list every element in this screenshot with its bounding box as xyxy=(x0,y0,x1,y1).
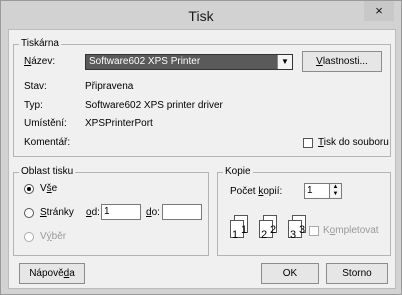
to-page-input[interactable] xyxy=(162,204,202,220)
copies-count-input[interactable]: 1 xyxy=(304,183,330,199)
type-label: Typ: xyxy=(24,100,43,111)
print-to-file-label[interactable]: Tisk do souboru xyxy=(318,137,389,149)
range-selection-radio[interactable] xyxy=(24,232,34,242)
printer-name-select[interactable]: Software602 XPS Printer ▼ xyxy=(85,54,293,70)
print-to-file-checkbox[interactable] xyxy=(303,138,313,148)
printer-name-value: Software602 XPS Printer xyxy=(89,56,201,67)
chevron-down-icon[interactable]: ▼ xyxy=(277,55,292,69)
page-number: 2 xyxy=(270,224,277,236)
printer-group: Tiskárna Název: Software602 XPS Printer … xyxy=(13,38,391,157)
spin-up-icon[interactable]: ▲ xyxy=(330,184,341,191)
comment-label: Komentář: xyxy=(24,137,71,148)
spin-down-icon[interactable]: ▼ xyxy=(330,191,341,198)
print-range-legend: Oblast tisku xyxy=(19,166,76,178)
page-number: 2 xyxy=(261,229,268,241)
window-title: Tisk xyxy=(188,8,214,24)
page-number: 3 xyxy=(290,229,297,241)
copies-legend: Kopie xyxy=(223,166,253,178)
page-number: 3 xyxy=(299,224,306,236)
dialog-body: Tiskárna Název: Software602 XPS Printer … xyxy=(8,29,396,289)
copies-count-label: Počet kopií: xyxy=(230,186,283,197)
status-value: Připravena xyxy=(85,81,134,92)
type-value: Software602 XPS printer driver xyxy=(85,100,223,111)
help-button[interactable]: Nápověda xyxy=(19,263,85,284)
copies-spinner[interactable]: ▲ ▼ xyxy=(329,183,342,199)
close-button[interactable]: × xyxy=(364,1,394,21)
printer-group-legend: Tiskárna xyxy=(19,38,61,50)
collate-checkbox[interactable] xyxy=(309,226,319,236)
print-range-group: Oblast tisku Vše Stránky od: 1 do: Výběr xyxy=(13,166,209,256)
range-pages-radio[interactable] xyxy=(24,208,34,218)
range-pages-label[interactable]: Stránky xyxy=(40,207,74,219)
collate-label[interactable]: Kompletovat xyxy=(323,225,379,237)
copies-group: Kopie Počet kopií: 1 ▲ ▼ 1 1 2 2 3 3 Kom… xyxy=(217,166,391,256)
page-number: 1 xyxy=(241,224,248,236)
ok-button[interactable]: OK xyxy=(261,263,319,284)
from-page-input[interactable]: 1 xyxy=(101,204,141,220)
page-number: 1 xyxy=(232,229,239,241)
printer-name-label: Název: xyxy=(24,56,56,67)
location-value: XPSPrinterPort xyxy=(85,118,153,129)
properties-button[interactable]: Vlastnosti... xyxy=(302,51,382,72)
range-all-radio[interactable] xyxy=(24,184,34,194)
title-bar[interactable]: Tisk × xyxy=(1,1,401,29)
to-label: do: xyxy=(146,207,160,218)
print-dialog: Tisk × Tiskárna Název: Software602 XPS P… xyxy=(0,0,402,295)
location-label: Umístění: xyxy=(24,118,67,129)
cancel-button[interactable]: Storno xyxy=(326,263,388,284)
range-all-label[interactable]: Vše xyxy=(40,183,57,195)
from-label: od: xyxy=(86,207,100,218)
status-label: Stav: xyxy=(24,81,47,92)
range-selection-label[interactable]: Výběr xyxy=(40,231,66,243)
